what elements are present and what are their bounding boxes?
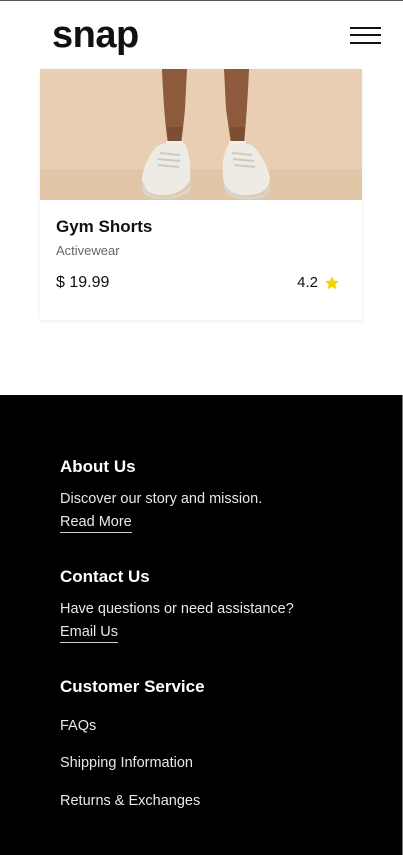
product-card[interactable]: Gym Shorts Activewear $ 19.99 4.2 bbox=[40, 69, 362, 320]
menu-bar bbox=[350, 27, 381, 29]
read-more-link[interactable]: Read More bbox=[60, 514, 132, 533]
product-price: $ 19.99 bbox=[56, 274, 110, 291]
shipping-information-link[interactable]: Shipping Information bbox=[60, 755, 193, 771]
customer-service-heading: Customer Service bbox=[60, 677, 205, 696]
product-info: Gym Shorts Activewear $ 19.99 4.2 bbox=[40, 200, 362, 320]
site-header: snap bbox=[0, 1, 403, 69]
about-us-text: Discover our story and mission. bbox=[60, 491, 263, 507]
product-rating: 4.2 bbox=[297, 274, 340, 291]
star-icon bbox=[325, 275, 339, 289]
snap-logo[interactable]: snap bbox=[52, 13, 139, 57]
site-footer: About Us Discover our story and mission.… bbox=[0, 395, 403, 855]
rating-value: 4.2 bbox=[297, 274, 318, 291]
sneakers-photo bbox=[40, 69, 362, 200]
product-name[interactable]: Gym Shorts bbox=[56, 217, 152, 237]
returns-exchanges-link[interactable]: Returns & Exchanges bbox=[60, 793, 200, 809]
about-us-heading: About Us bbox=[60, 457, 136, 476]
contact-us-heading: Contact Us bbox=[60, 567, 150, 586]
menu-bar bbox=[350, 34, 381, 36]
faqs-link[interactable]: FAQs bbox=[60, 718, 96, 734]
product-image[interactable] bbox=[40, 69, 362, 200]
product-category: Activewear bbox=[56, 243, 120, 258]
menu-bar bbox=[350, 42, 381, 44]
hamburger-menu-icon[interactable] bbox=[350, 25, 382, 47]
contact-us-text: Have questions or need assistance? bbox=[60, 601, 294, 617]
email-us-link[interactable]: Email Us bbox=[60, 624, 119, 643]
